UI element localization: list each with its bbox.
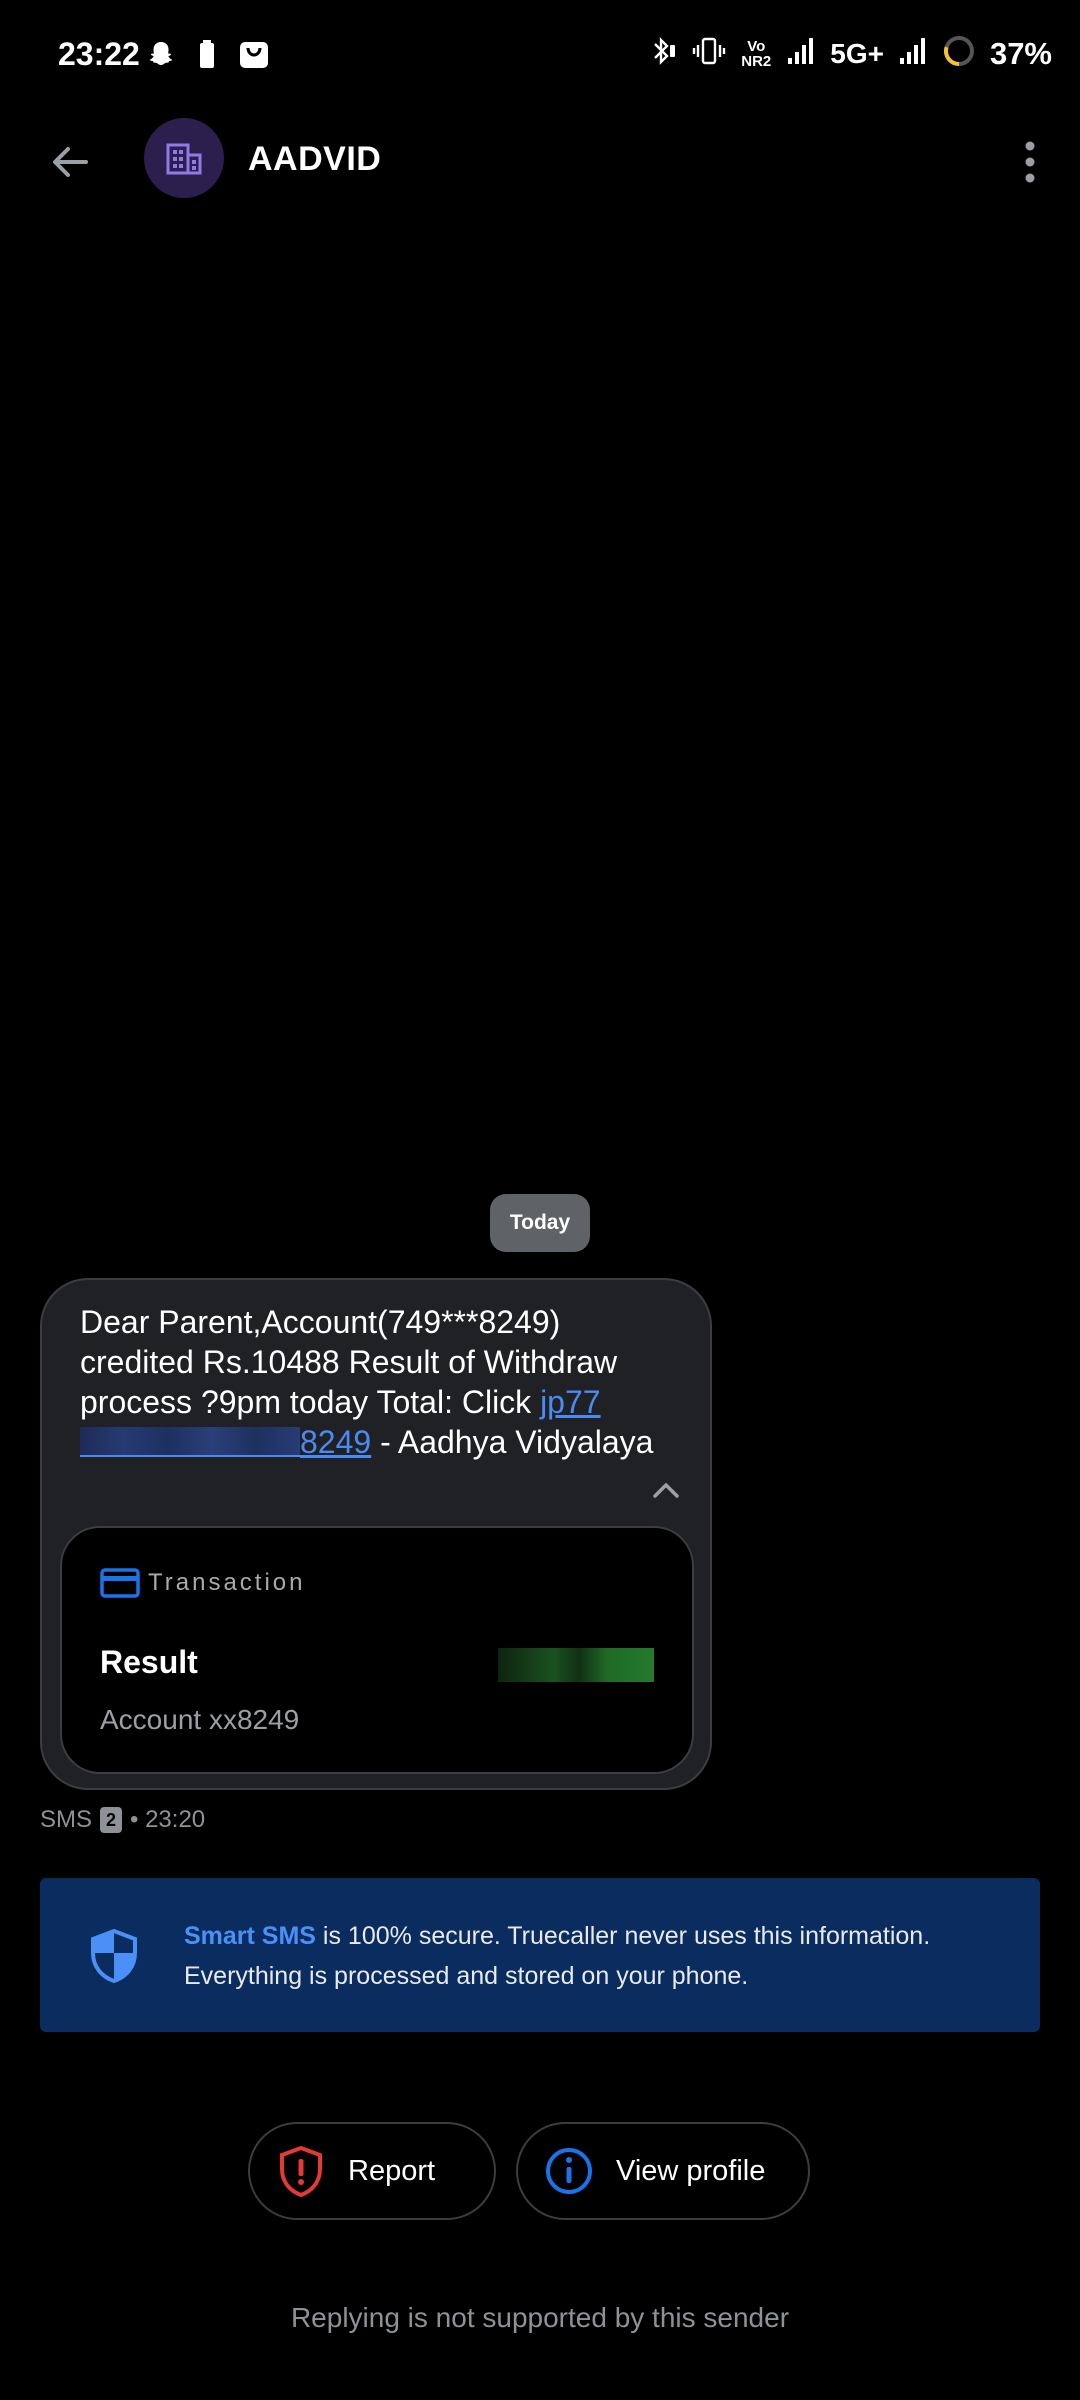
- shield-icon: [88, 1928, 140, 1989]
- shield-alert-icon: [276, 2145, 326, 2197]
- redacted-amount: [498, 1648, 654, 1682]
- banner-strong: Smart SMS: [184, 1922, 316, 1950]
- info-icon: [544, 2146, 594, 2196]
- status-bar: 23:22 Vo NR2 5G+ 37%: [0, 0, 1080, 112]
- notification-icons: [146, 38, 270, 75]
- channel-label: SMS: [40, 1806, 93, 1833]
- snapchat-icon: [146, 39, 176, 74]
- vibrate-icon: [692, 35, 726, 72]
- bluetooth-off-icon: [646, 35, 678, 72]
- avatar[interactable]: [144, 118, 224, 198]
- credit-card-icon: [100, 1568, 140, 1598]
- transaction-card[interactable]: Transaction Result Account xx8249: [60, 1526, 694, 1774]
- signal-icon: [786, 36, 816, 71]
- message-meta: SMS 2 • 23:20: [40, 1806, 205, 1834]
- shopping-bag-icon: [238, 38, 270, 75]
- network-5g-label: 5G+: [830, 37, 884, 69]
- message-signature: - Aadhya Vidyalaya: [371, 1424, 654, 1460]
- battery-saver-icon: [198, 39, 216, 74]
- back-button[interactable]: [40, 132, 100, 192]
- more-vert-icon: [1025, 141, 1035, 183]
- view-profile-button[interactable]: View profile: [516, 2122, 810, 2220]
- link-suffix: 8249: [300, 1424, 372, 1460]
- smart-sms-banner: Smart SMS is 100% secure. Truecaller nev…: [40, 1878, 1040, 2032]
- chevron-up-icon: [653, 1483, 679, 1498]
- conversation-header: AADVID: [0, 112, 1080, 252]
- sender-name[interactable]: AADVID: [248, 140, 381, 179]
- transaction-header: Transaction: [100, 1568, 306, 1598]
- reply-not-supported-note: Replying is not supported by this sender: [290, 2302, 790, 2333]
- link-prefix: jp77: [540, 1384, 601, 1420]
- signal-icon: [898, 36, 928, 71]
- transaction-result-label: Result: [100, 1644, 198, 1680]
- transaction-account: Account xx8249: [100, 1704, 300, 1735]
- system-icons: Vo NR2 5G+ 37%: [646, 34, 1052, 73]
- collapse-button[interactable]: [644, 1468, 688, 1512]
- arrow-left-icon: [53, 147, 88, 177]
- message-body: Dear Parent,Account(749***8249) credited…: [80, 1304, 618, 1420]
- message-text: Dear Parent,Account(749***8249) credited…: [80, 1302, 680, 1462]
- sim-badge: 2: [100, 1807, 123, 1833]
- redacted-link: [80, 1427, 300, 1457]
- transaction-label: Transaction: [148, 1569, 306, 1596]
- view-profile-label: View profile: [616, 2154, 766, 2187]
- banner-text: Smart SMS is 100% secure. Truecaller nev…: [184, 1916, 1004, 1996]
- report-button[interactable]: Report: [248, 2122, 496, 2220]
- battery-ring-icon: [942, 34, 976, 73]
- battery-percent: 37%: [989, 35, 1052, 71]
- message-time: • 23:20: [130, 1806, 206, 1833]
- status-time: 23:22: [58, 36, 140, 72]
- building-icon: [166, 143, 202, 175]
- volte-label: Vo NR2: [741, 37, 772, 70]
- date-chip: Today: [490, 1194, 590, 1252]
- report-label: Report: [348, 2154, 436, 2187]
- message-bubble[interactable]: Dear Parent,Account(749***8249) credited…: [40, 1278, 712, 1790]
- more-options-button[interactable]: [1000, 132, 1060, 192]
